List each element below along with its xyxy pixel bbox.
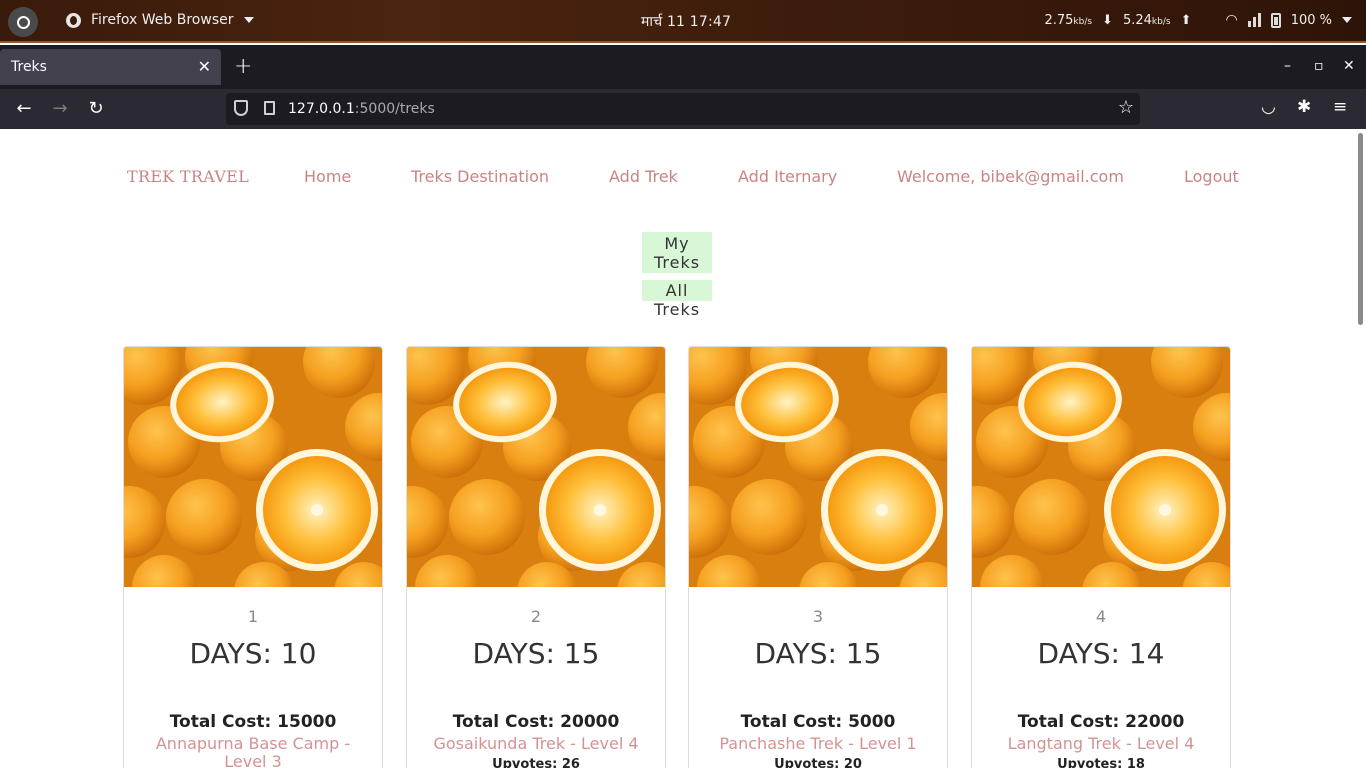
trek-total-cost: Total Cost: 5000 [740, 712, 896, 732]
download-arrow-icon: ⬇ [1102, 12, 1113, 28]
app-name: Firefox Web Browser [91, 12, 234, 28]
extension-icon[interactable]: ✱ [1297, 97, 1311, 117]
trek-total-cost: Total Cost: 22000 [1017, 712, 1185, 732]
trek-days: DAYS: 15 [472, 637, 600, 670]
firefox-icon [66, 12, 81, 28]
trek-name-link[interactable]: Langtang Trek - Level 4 [990, 735, 1212, 753]
trek-number: 2 [530, 607, 542, 626]
my-treks-label-1: My [664, 234, 690, 253]
all-treks-button[interactable]: All Treks [642, 280, 712, 319]
trek-card[interactable]: 4 DAYS: 14 Total Cost: 22000 Langtang Tr… [971, 346, 1231, 768]
trek-days: DAYS: 10 [189, 637, 317, 670]
trek-upvotes: Upvotes: 20 [774, 757, 862, 768]
trek-number: 1 [247, 607, 259, 626]
bookmark-star-icon[interactable]: ☆ [1118, 97, 1134, 118]
page-scrollbar[interactable] [1356, 129, 1366, 768]
minimize-button[interactable]: – [1284, 58, 1291, 74]
pocket-icon[interactable]: ◡ [1261, 97, 1276, 117]
trek-name-link[interactable]: Annapurna Base Camp - Level 3 [142, 735, 364, 768]
clock[interactable]: मार्च 11 17:47 [641, 12, 731, 31]
site-navbar: TREK TRAVEL Home Treks Destination Add T… [0, 167, 1356, 191]
battery-icon [1270, 12, 1281, 28]
upload-speed: 5.24kb/s [1122, 12, 1171, 28]
reload-button[interactable]: ↻ [85, 98, 107, 120]
site-brand[interactable]: TREK TRAVEL [127, 167, 249, 186]
activities-icon [16, 15, 30, 29]
trek-number: 4 [1095, 607, 1107, 626]
trek-number: 3 [812, 607, 824, 626]
trek-days: DAYS: 14 [1037, 637, 1165, 670]
my-treks-button[interactable]: My Treks [642, 232, 712, 273]
nav-add-itinerary[interactable]: Add Iternary [738, 167, 837, 186]
tab-treks[interactable]: Treks ✕ [0, 49, 221, 85]
trek-total-cost: Total Cost: 20000 [452, 712, 620, 732]
nav-add-trek[interactable]: Add Trek [609, 167, 678, 186]
page-icon[interactable] [264, 101, 275, 115]
trek-image [689, 347, 947, 587]
url-text[interactable]: 127.0.0.1:5000/treks [288, 101, 435, 117]
trek-days: DAYS: 15 [754, 637, 882, 670]
battery-level: 100 % [1290, 12, 1332, 28]
system-tray[interactable]: 2.75kb/s ⬇ 5.24kb/s ⬆ ◠ 100 % [1044, 12, 1352, 28]
app-menu[interactable]: Firefox Web Browser [66, 12, 254, 28]
close-tab-icon[interactable]: ✕ [198, 57, 211, 76]
address-bar[interactable]: 127.0.0.1:5000/treks ☆ [226, 93, 1140, 125]
wifi-icon: ◠ [1225, 12, 1238, 28]
trek-card[interactable]: 2 DAYS: 15 Total Cost: 20000 Gosaikunda … [406, 346, 666, 768]
forward-button[interactable]: → [49, 98, 71, 120]
back-button[interactable]: ← [13, 98, 35, 120]
tab-strip: Treks ✕ + – ▫ ✕ [0, 45, 1366, 89]
maximize-button[interactable]: ▫ [1314, 58, 1324, 74]
trek-image [124, 347, 382, 587]
nav-home[interactable]: Home [304, 167, 351, 186]
navigation-toolbar: ← → ↻ 127.0.0.1:5000/treks ☆ ◡ ✱ ≡ [0, 89, 1366, 129]
new-tab-button[interactable]: + [234, 54, 252, 79]
page-content: TREK TRAVEL Home Treks Destination Add T… [0, 129, 1356, 768]
volume-icon [1247, 13, 1261, 27]
nav-welcome-user[interactable]: Welcome, bibek@gmail.com [897, 167, 1124, 186]
chevron-down-icon [243, 17, 254, 23]
activities-button[interactable] [8, 7, 38, 37]
nav-logout[interactable]: Logout [1184, 167, 1239, 186]
nav-treks-destination[interactable]: Treks Destination [411, 167, 549, 186]
trek-card[interactable]: 3 DAYS: 15 Total Cost: 5000 Panchashe Tr… [688, 346, 948, 768]
trek-upvotes: Upvotes: 26 [492, 757, 580, 768]
my-treks-label-2: Treks [653, 253, 701, 272]
tab-title: Treks [11, 59, 47, 75]
trek-total-cost: Total Cost: 15000 [169, 712, 337, 732]
system-top-bar: Firefox Web Browser मार्च 11 17:47 2.75k… [0, 0, 1366, 43]
system-menu-chevron-icon [1342, 17, 1352, 23]
trek-name-link[interactable]: Panchashe Trek - Level 1 [707, 735, 929, 753]
trek-upvotes: Upvotes: 18 [1057, 757, 1145, 768]
trek-name-link[interactable]: Gosaikunda Trek - Level 4 [425, 735, 647, 753]
shield-icon[interactable] [234, 100, 248, 116]
scrollbar-thumb[interactable] [1358, 133, 1363, 325]
trek-card[interactable]: 1 DAYS: 10 Total Cost: 15000 Annapurna B… [123, 346, 383, 768]
upload-arrow-icon: ⬆ [1180, 12, 1192, 28]
download-speed: 2.75kb/s [1044, 12, 1093, 28]
trek-image [407, 347, 665, 587]
menu-icon[interactable]: ≡ [1333, 97, 1347, 117]
trek-image [972, 347, 1230, 587]
close-window-button[interactable]: ✕ [1343, 58, 1355, 74]
